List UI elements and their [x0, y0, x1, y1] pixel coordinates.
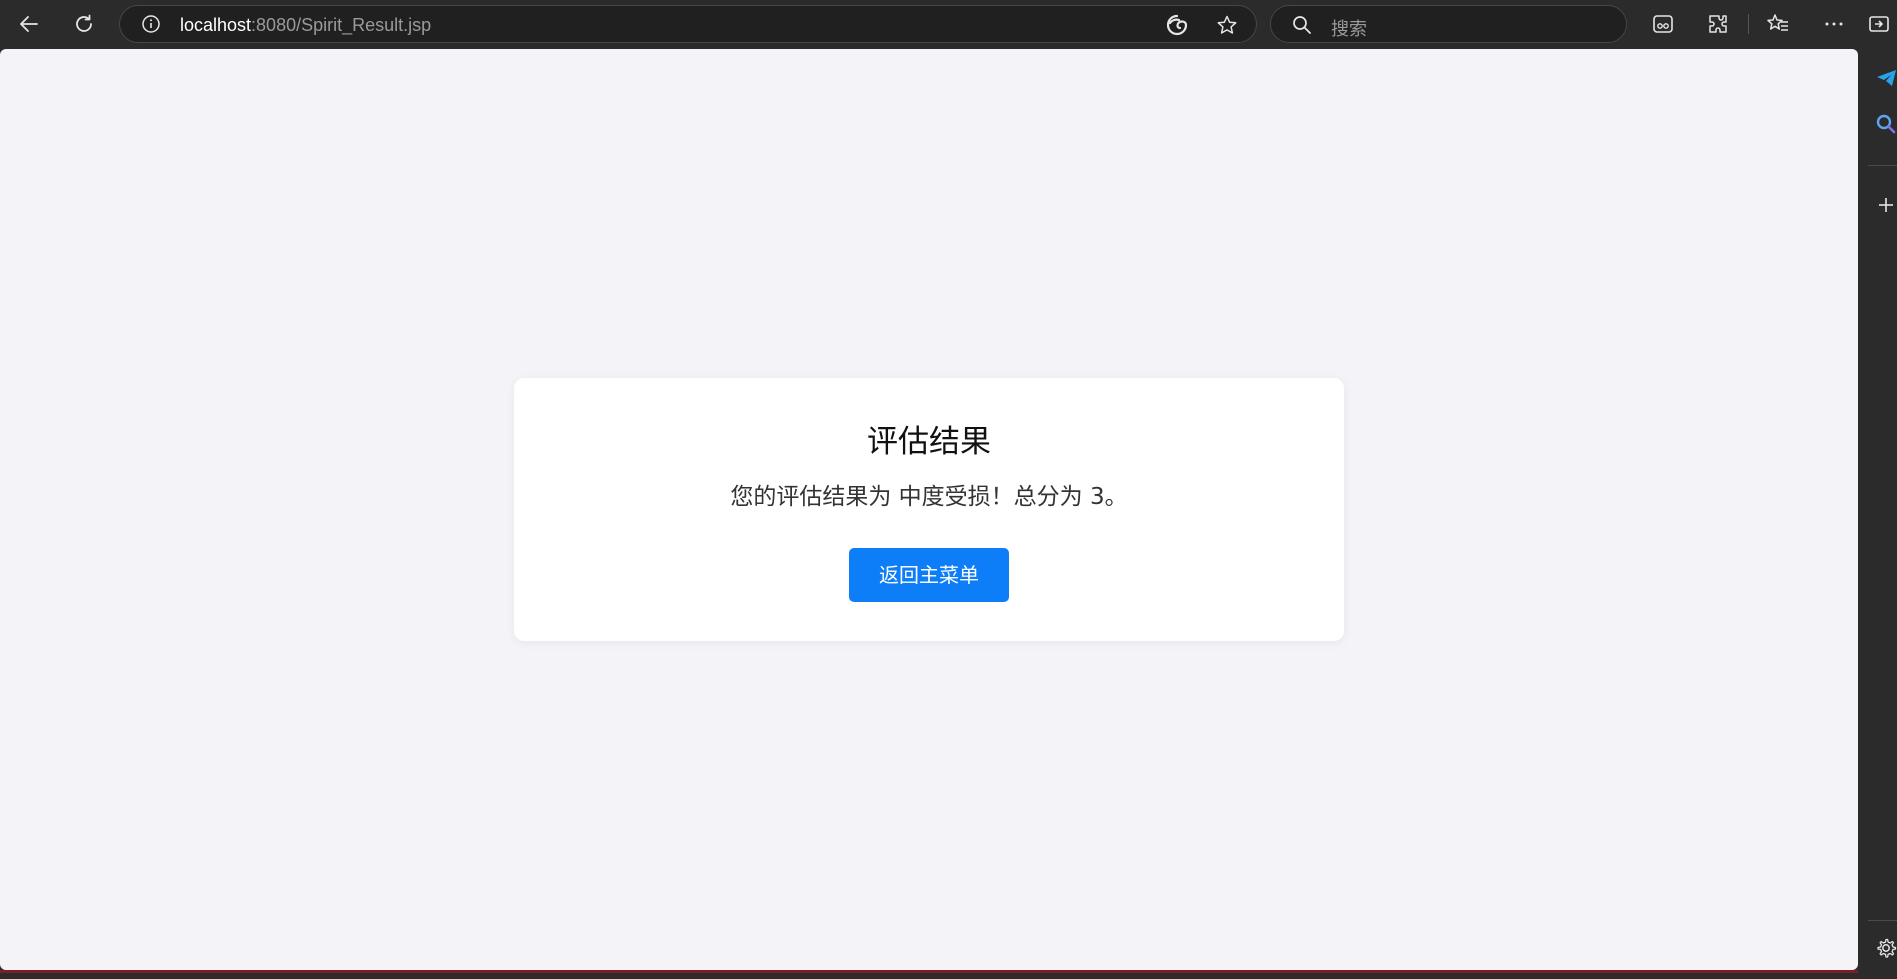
sidebar-search-icon[interactable]	[1874, 112, 1897, 138]
url-path: :8080/Spirit_Result.jsp	[251, 15, 432, 35]
sidebar-toggle-button[interactable]	[1864, 6, 1894, 42]
add-icon[interactable]	[1874, 193, 1897, 219]
toolbar-separator	[1748, 14, 1749, 34]
favorites-button[interactable]	[1760, 6, 1796, 42]
edge-copilot-icon[interactable]	[1166, 14, 1188, 36]
split-screen-icon	[1653, 15, 1673, 33]
favorite-star-icon[interactable]	[1216, 14, 1238, 36]
back-arrow-icon	[20, 16, 38, 32]
split-screen-button[interactable]	[1645, 6, 1681, 42]
browser-sidebar	[1860, 48, 1897, 979]
telegram-icon[interactable]	[1874, 65, 1897, 91]
back-to-menu-button[interactable]: 返回主菜单	[849, 548, 1009, 602]
sidebar-divider-bottom	[1868, 920, 1897, 921]
result-card: 评估结果 您的评估结果为 中度受损！总分为 3。 返回主菜单	[514, 378, 1344, 641]
window-bottom-edge	[0, 970, 1858, 979]
refresh-icon	[76, 14, 92, 32]
more-menu-button[interactable]	[1816, 6, 1852, 42]
settings-gear-icon[interactable]	[1874, 936, 1897, 962]
address-bar[interactable]: localhost:8080/Spirit_Result.jsp	[119, 5, 1257, 43]
url-text[interactable]: localhost:8080/Spirit_Result.jsp	[180, 15, 431, 36]
site-info-icon[interactable]	[141, 14, 161, 34]
refresh-button[interactable]	[66, 6, 102, 42]
back-button[interactable]	[11, 6, 47, 42]
url-host: localhost	[180, 15, 252, 35]
search-box[interactable]: 搜索	[1270, 5, 1627, 43]
sidebar-toggle-icon	[1869, 16, 1889, 32]
page-title: 评估结果	[867, 424, 991, 460]
extensions-button[interactable]	[1700, 6, 1736, 42]
sidebar-divider	[1868, 165, 1897, 166]
puzzle-icon	[1709, 15, 1727, 33]
favorites-list-icon	[1767, 14, 1788, 31]
browser-toolbar: localhost:8080/Spirit_Result.jsp 搜索	[0, 0, 1897, 48]
result-message: 您的评估结果为 中度受损！总分为 3。	[730, 484, 1128, 510]
more-dots-icon	[1825, 22, 1843, 26]
search-icon	[1293, 16, 1311, 34]
search-placeholder: 搜索	[1331, 19, 1367, 40]
page-viewport: 评估结果 您的评估结果为 中度受损！总分为 3。 返回主菜单	[0, 49, 1858, 970]
